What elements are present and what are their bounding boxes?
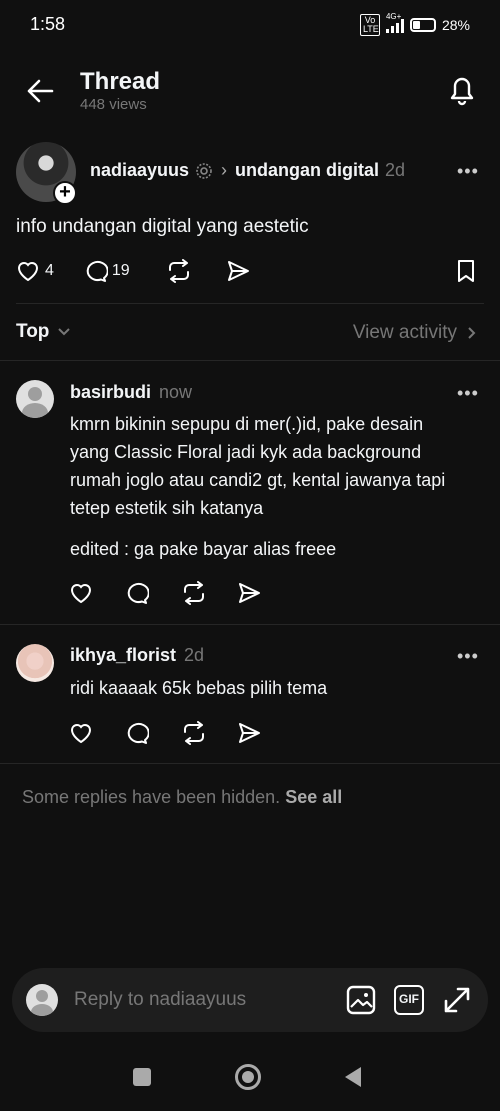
- reply-time: now: [159, 382, 193, 402]
- repost-icon[interactable]: [181, 581, 207, 605]
- reply-line: yang Classic Floral jadi kyk ada backgro…: [70, 442, 422, 462]
- comment-icon[interactable]: [125, 721, 149, 745]
- repost-icon[interactable]: [181, 721, 207, 745]
- bell-icon[interactable]: [448, 74, 476, 106]
- battery-percent: 28%: [441, 17, 470, 33]
- heart-icon[interactable]: [69, 722, 93, 744]
- comment-icon[interactable]: [125, 581, 149, 605]
- heart-icon[interactable]: [16, 260, 40, 282]
- bookmark-icon[interactable]: [456, 259, 476, 283]
- reply-header: basirbudi now: [70, 382, 192, 403]
- status-time: 1:58: [30, 14, 66, 34]
- view-activity-link[interactable]: View activity: [353, 322, 476, 344]
- reply-line: tetep estetik sih katanya: [70, 498, 264, 518]
- reply-actions: [69, 581, 261, 605]
- reply-input[interactable]: Reply to nadiaayuus: [74, 989, 246, 1011]
- divider: [0, 624, 500, 625]
- reply-edited-note: edited : ga pake bayar alias freee: [70, 539, 337, 559]
- volte-icon: Vo LTE: [359, 14, 380, 36]
- hidden-replies-text: Some replies have been hidden.: [22, 787, 281, 807]
- sort-dropdown[interactable]: Top: [16, 321, 71, 343]
- view-count: 448 views: [80, 96, 147, 113]
- chevron-down-icon: [57, 327, 71, 337]
- recents-nav-icon[interactable]: [133, 1068, 151, 1086]
- heart-icon[interactable]: [69, 582, 93, 604]
- reply-actions: [69, 721, 261, 745]
- reply-text: kmrn bikinin sepupu di mer(.)id, pake de…: [70, 410, 490, 522]
- composer-avatar: [26, 984, 58, 1016]
- home-nav-icon[interactable]: [235, 1064, 261, 1090]
- like-count: 4: [45, 262, 54, 279]
- post-header: nadiaayuus › undangan digital 2d: [90, 160, 405, 181]
- gif-icon[interactable]: GIF: [394, 985, 424, 1015]
- battery-icon: [409, 18, 436, 32]
- post-author[interactable]: nadiaayuus: [90, 160, 189, 181]
- reply-count: 19: [111, 262, 130, 279]
- arrow-left-icon[interactable]: [26, 78, 54, 104]
- see-all-link[interactable]: See all: [285, 787, 342, 807]
- chevron-right-icon: [467, 326, 476, 340]
- reply-line: rumah joglo atau candi2 gt, kental jawan…: [70, 470, 446, 490]
- share-icon[interactable]: [226, 260, 250, 282]
- share-icon[interactable]: [237, 722, 261, 744]
- comment-icon[interactable]: [84, 259, 108, 283]
- image-icon[interactable]: [346, 985, 376, 1015]
- reply-line: kmrn bikinin sepupu di mer(.)id, pake de…: [70, 414, 424, 434]
- status-icons: Vo LTE 4G+ 28%: [359, 12, 470, 36]
- reply-author[interactable]: ikhya_florist: [70, 645, 176, 666]
- network-type: 4G+: [385, 12, 402, 21]
- verified-ring-icon: [195, 162, 213, 180]
- post-actions: 4 19: [16, 259, 250, 283]
- divider: [0, 763, 500, 764]
- divider: [0, 360, 500, 361]
- reply-more-icon[interactable]: •••: [457, 383, 479, 404]
- post-more-icon[interactable]: •••: [457, 161, 479, 182]
- follow-plus-icon[interactable]: +: [53, 181, 77, 205]
- back-nav-icon[interactable]: [344, 1066, 362, 1088]
- reply-text: ridi kaaaak 65k bebas pilih tema: [70, 678, 328, 698]
- reply-avatar[interactable]: [16, 380, 54, 418]
- hidden-replies-notice: Some replies have been hidden. See all: [22, 787, 342, 808]
- repost-icon[interactable]: [166, 259, 192, 283]
- view-activity-label: View activity: [352, 322, 457, 343]
- chevron-right-icon: ›: [221, 160, 228, 180]
- signal-icon: 4G+: [385, 12, 404, 33]
- share-icon[interactable]: [237, 582, 261, 604]
- reply-more-icon[interactable]: •••: [457, 646, 479, 667]
- reply-author[interactable]: basirbudi: [70, 382, 151, 403]
- sort-label: Top: [16, 321, 50, 342]
- divider: [16, 303, 484, 304]
- reply-time: 2d: [184, 645, 205, 665]
- post-text: info undangan digital yang aestetic: [16, 216, 309, 237]
- post-time: 2d: [385, 160, 406, 180]
- reply-header: ikhya_florist 2d: [70, 645, 204, 666]
- page-title: Thread: [80, 68, 161, 95]
- reply-avatar[interactable]: [16, 644, 54, 682]
- post-topic[interactable]: undangan digital: [235, 160, 379, 181]
- expand-icon[interactable]: [442, 985, 472, 1015]
